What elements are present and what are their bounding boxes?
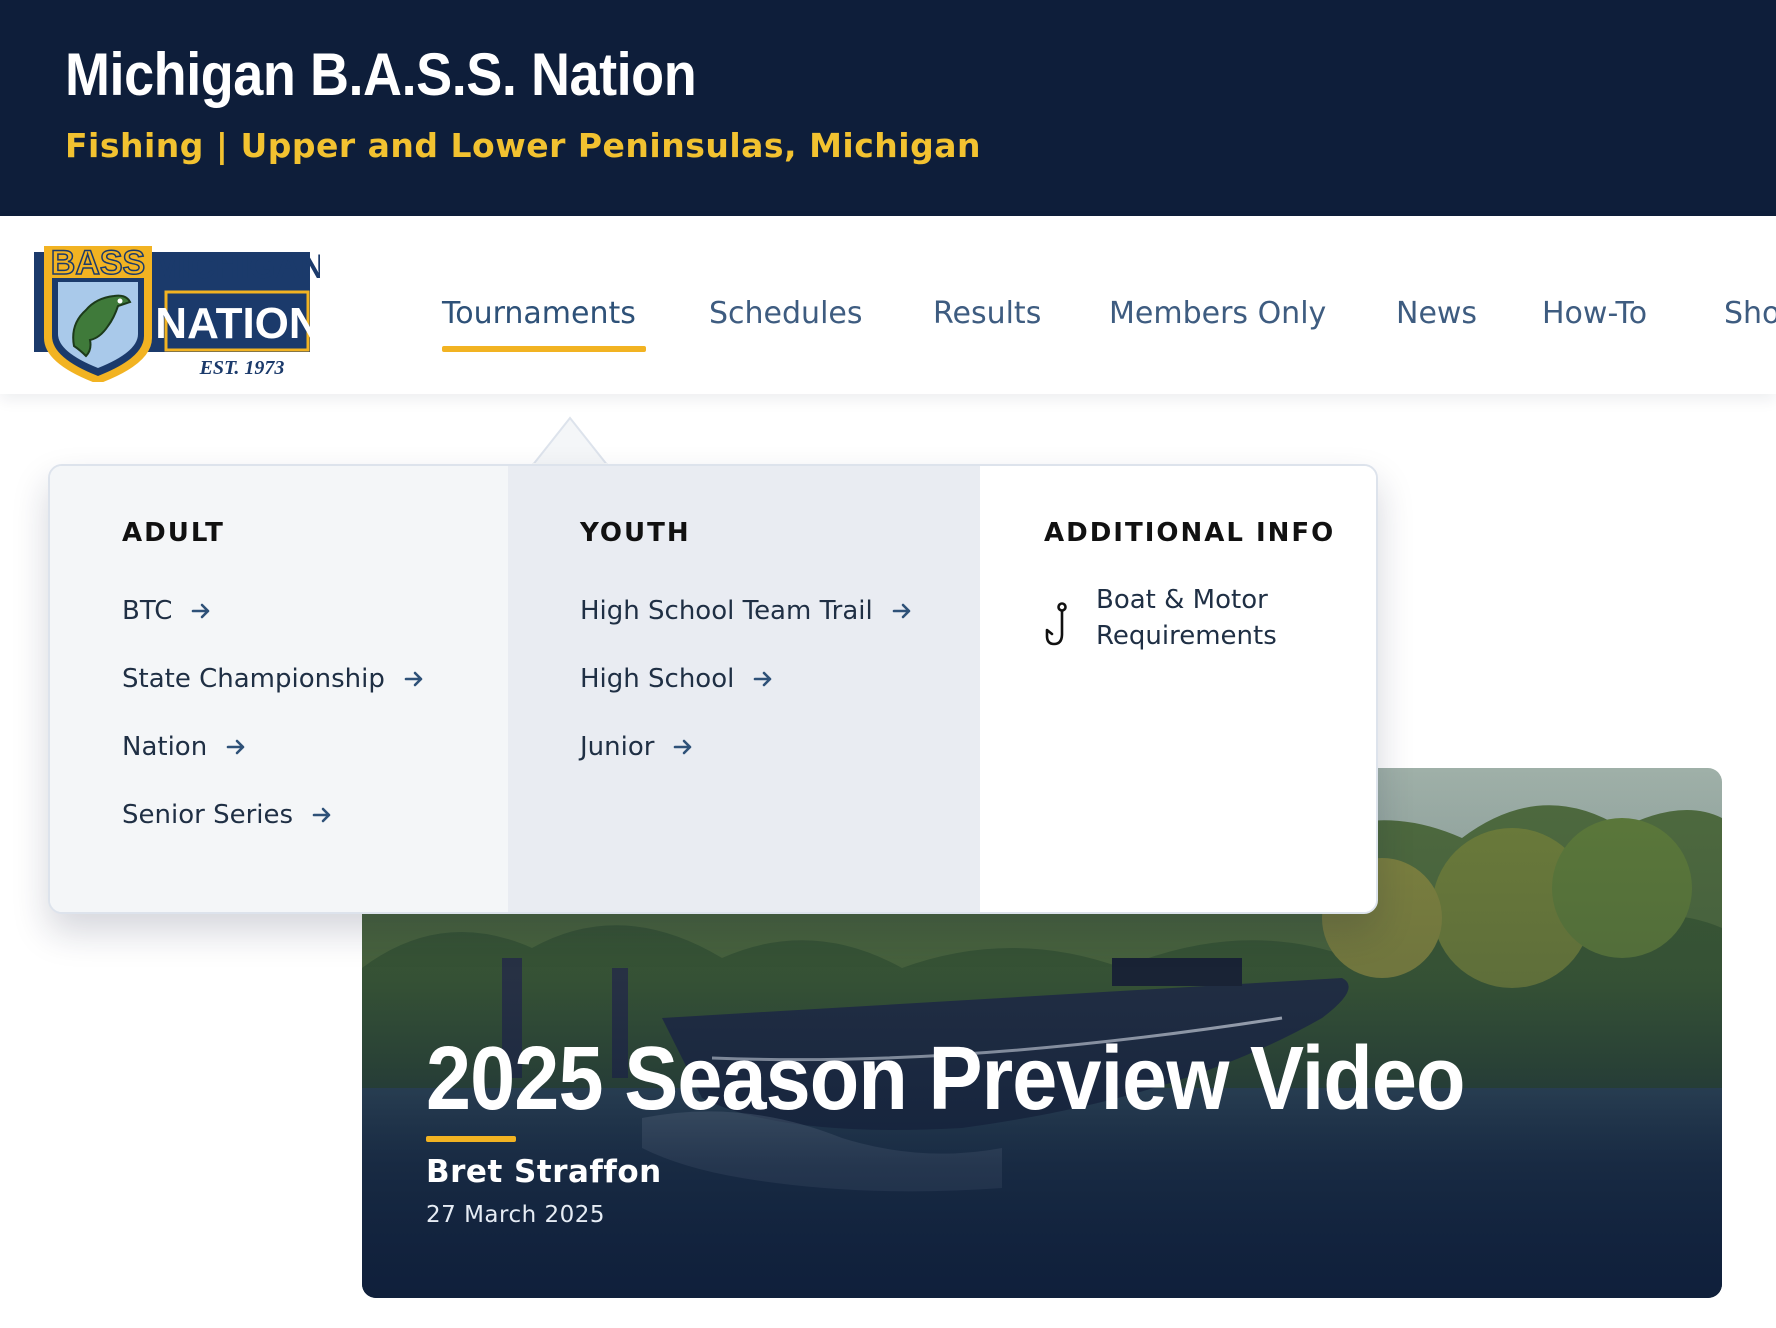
menu-link-label: BTC (122, 596, 173, 626)
main-nav-bar: BASS MICHIGAN NATION EST. 1973 Tournamen… (0, 216, 1776, 394)
nav-item-label: Sho (1724, 296, 1776, 331)
svg-text:BASS: BASS (51, 244, 145, 282)
dropdown-column-additional-info: ADDITIONAL INFO Boat & Motor Requirement… (980, 466, 1376, 912)
nav-item-label: How-To (1542, 296, 1648, 331)
nav-item-how-to[interactable]: How-To (1542, 296, 1647, 331)
menu-link-label: High School Team Trail (580, 596, 873, 626)
logo-est-text: EST. 1973 (199, 357, 285, 379)
logo-main-text: NATION (155, 299, 320, 348)
nav-item-label: Members Only (1109, 296, 1327, 331)
nav-item-shop[interactable]: Sho (1724, 296, 1776, 331)
logo-badge-text: BASS (50, 243, 146, 283)
menu-link-senior-series[interactable]: Senior Series (122, 800, 333, 830)
nav-item-label: Tournaments (442, 296, 636, 331)
menu-link-label-line2: Requirements (1096, 621, 1277, 651)
arrow-right-icon (754, 671, 772, 687)
menu-link-boat-motor-requirements[interactable]: Boat & Motor Requirements (1044, 582, 1316, 654)
nav-item-news[interactable]: News (1396, 296, 1477, 331)
column-heading: ADDITIONAL INFO (1044, 518, 1336, 548)
nav-item-label: News (1396, 296, 1478, 331)
nav-item-label: Results (933, 296, 1042, 331)
menu-link-state-championship[interactable]: State Championship (122, 664, 425, 694)
menu-link-label: Junior (580, 732, 655, 762)
site-title[interactable]: Michigan B.A.S.S. Nation (65, 40, 697, 109)
active-nav-underline (442, 346, 646, 352)
hero-title[interactable]: 2025 Season Preview Video (426, 1028, 1466, 1131)
dropdown-caret (532, 416, 608, 466)
hero-accent-bar (426, 1136, 516, 1142)
menu-link-nation[interactable]: Nation (122, 732, 247, 762)
arrow-right-icon (674, 739, 692, 755)
menu-link-label: Senior Series (122, 800, 294, 830)
hero-author: Bret Straffon (426, 1154, 662, 1190)
nav-item-results[interactable]: Results (933, 296, 1041, 331)
arrow-right-icon (892, 603, 911, 619)
hero-date: 27 March 2025 (426, 1202, 606, 1228)
menu-link-label: State Championship (122, 664, 385, 694)
nav-item-schedules[interactable]: Schedules (709, 296, 863, 331)
arrow-right-icon (226, 739, 245, 755)
column-heading: YOUTH (580, 518, 691, 548)
nav-item-label: Schedules (709, 296, 863, 331)
arrow-right-icon (312, 807, 331, 823)
arrow-right-icon (404, 671, 423, 687)
menu-link-btc[interactable]: BTC (122, 596, 212, 626)
menu-link-label: Nation (122, 732, 208, 762)
dropdown-column-adult: ADULT BTC State Championship Nation Seni… (50, 466, 508, 912)
column-heading: ADULT (122, 518, 225, 548)
top-banner: Michigan B.A.S.S. Nation Fishing | Upper… (0, 0, 1776, 216)
menu-link-junior[interactable]: Junior (580, 732, 694, 762)
nav-item-members-only[interactable]: Members Only (1109, 296, 1326, 331)
menu-link-label: High School (580, 664, 735, 694)
dropdown-column-youth: YOUTH High School Team Trail High School… (508, 466, 980, 912)
arrow-right-icon (192, 603, 210, 619)
tournaments-dropdown-menu: ADULT BTC State Championship Nation Seni… (48, 464, 1378, 914)
menu-link-high-school[interactable]: High School (580, 664, 774, 694)
site-tagline: Fishing | Upper and Lower Peninsulas, Mi… (65, 126, 981, 165)
logo-top-text: MICHIGAN (153, 248, 320, 286)
michigan-bass-nation-logo[interactable]: BASS MICHIGAN NATION EST. 1973 (34, 234, 320, 382)
nav-item-tournaments[interactable]: Tournaments (442, 296, 646, 352)
fishing-hook-icon (1045, 602, 1067, 646)
menu-link-high-school-team-trail[interactable]: High School Team Trail (580, 596, 913, 626)
menu-link-label-line1: Boat & Motor (1096, 585, 1268, 615)
